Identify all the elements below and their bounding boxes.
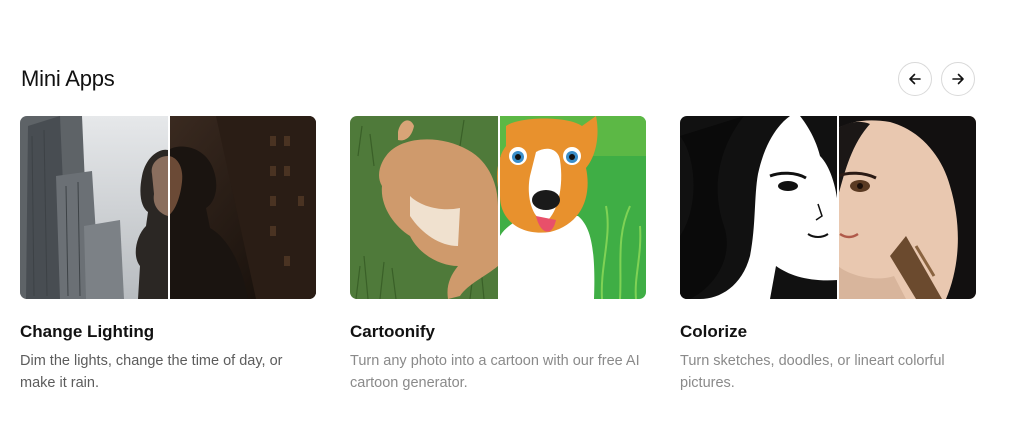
mini-app-card-change-lighting[interactable]: Change Lighting Dim the lights, change t… [20, 116, 316, 394]
carousel-prev-button[interactable] [898, 62, 932, 96]
split-divider [168, 116, 170, 299]
arrow-right-icon [952, 73, 964, 85]
arrow-left-icon [909, 73, 921, 85]
section-title: Mini Apps [21, 66, 115, 91]
card-description: Turn sketches, doodles, or lineart color… [680, 353, 945, 391]
mini-app-card-colorize[interactable]: Colorize Turn sketches, doodles, or line… [680, 116, 976, 394]
split-divider [837, 116, 839, 299]
split-divider [498, 116, 500, 299]
card-title[interactable]: Change Lighting [20, 322, 316, 342]
card-description: Turn any photo into a cartoon with our f… [350, 353, 640, 391]
colorize-image[interactable] [680, 116, 976, 299]
mini-app-card-cartoonify[interactable]: Cartoonify Turn any photo into a cartoon… [350, 116, 646, 394]
cartoonify-image[interactable] [350, 116, 646, 299]
carousel-next-button[interactable] [941, 62, 975, 96]
card-description: Dim the lights, change the time of day, … [20, 353, 283, 391]
change-lighting-image[interactable] [20, 116, 316, 299]
card-title[interactable]: Colorize [680, 322, 976, 342]
card-title[interactable]: Cartoonify [350, 322, 646, 342]
